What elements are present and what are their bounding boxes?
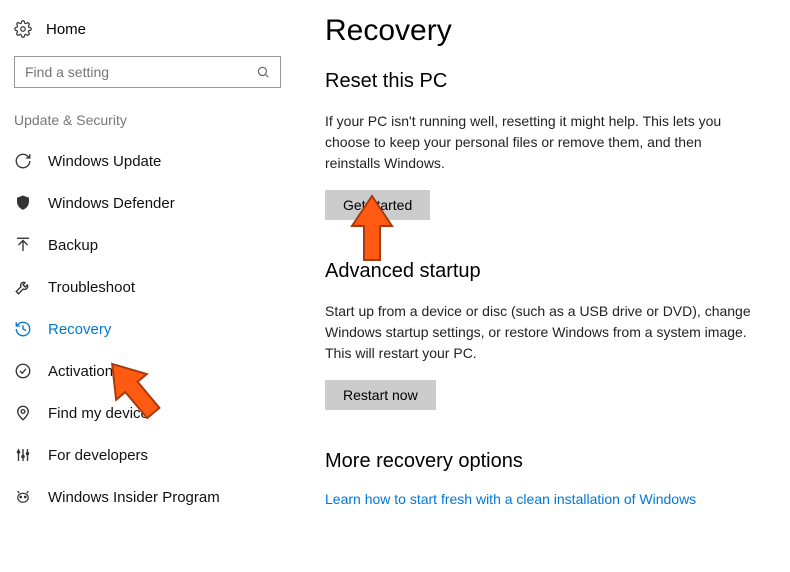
reset-pc-section: Reset this PC If your PC isn't running w… <box>325 70 770 220</box>
sidebar-item-for-developers[interactable]: For developers <box>0 434 295 476</box>
sidebar-item-recovery[interactable]: Recovery <box>0 308 295 350</box>
sidebar-item-label: Windows Defender <box>48 195 175 212</box>
sidebar-item-activation[interactable]: Activation <box>0 350 295 392</box>
sync-icon <box>14 152 32 170</box>
home-nav[interactable]: Home <box>0 20 295 56</box>
sidebar-item-label: Windows Insider Program <box>48 489 220 506</box>
sidebar-item-backup[interactable]: Backup <box>0 224 295 266</box>
sidebar-item-label: For developers <box>48 447 148 464</box>
sidebar-item-label: Backup <box>48 237 98 254</box>
insider-icon <box>14 488 32 506</box>
advanced-heading: Advanced startup <box>325 260 770 283</box>
main-content: Recovery Reset this PC If your PC isn't … <box>295 0 790 572</box>
shield-icon <box>14 194 32 212</box>
sidebar-item-label: Recovery <box>48 321 111 338</box>
check-circle-icon <box>14 362 32 380</box>
fresh-install-link[interactable]: Learn how to start fresh with a clean in… <box>325 491 770 507</box>
advanced-body: Start up from a device or disc (such as … <box>325 301 755 364</box>
sidebar-item-label: Find my device <box>48 405 149 422</box>
search-icon <box>256 65 270 79</box>
gear-icon <box>14 20 32 38</box>
sidebar-item-label: Troubleshoot <box>48 279 135 296</box>
sidebar-item-windows-defender[interactable]: Windows Defender <box>0 182 295 224</box>
reset-body: If your PC isn't running well, resetting… <box>325 111 755 174</box>
page-title: Recovery <box>325 14 770 48</box>
restart-now-button[interactable]: Restart now <box>325 380 436 410</box>
location-icon <box>14 404 32 422</box>
home-label: Home <box>46 21 86 38</box>
sidebar-item-find-my-device[interactable]: Find my device <box>0 392 295 434</box>
advanced-startup-section: Advanced startup Start up from a device … <box>325 260 770 410</box>
backup-arrow-icon <box>14 236 32 254</box>
sidebar-item-windows-update[interactable]: Windows Update <box>0 140 295 182</box>
sidebar-item-label: Activation <box>48 363 113 380</box>
developers-icon <box>14 446 32 464</box>
category-label: Update & Security <box>0 112 295 140</box>
sidebar-item-label: Windows Update <box>48 153 161 170</box>
search-input-container[interactable] <box>14 56 281 88</box>
sidebar: Home Update & Security Windows Update Wi… <box>0 0 295 572</box>
wrench-icon <box>14 278 32 296</box>
history-icon <box>14 320 32 338</box>
more-recovery-section: More recovery options Learn how to start… <box>325 450 770 507</box>
sidebar-item-windows-insider[interactable]: Windows Insider Program <box>0 476 295 518</box>
more-heading: More recovery options <box>325 450 770 473</box>
reset-heading: Reset this PC <box>325 70 770 93</box>
search-input[interactable] <box>25 64 256 80</box>
get-started-button[interactable]: Get started <box>325 190 430 220</box>
sidebar-item-troubleshoot[interactable]: Troubleshoot <box>0 266 295 308</box>
